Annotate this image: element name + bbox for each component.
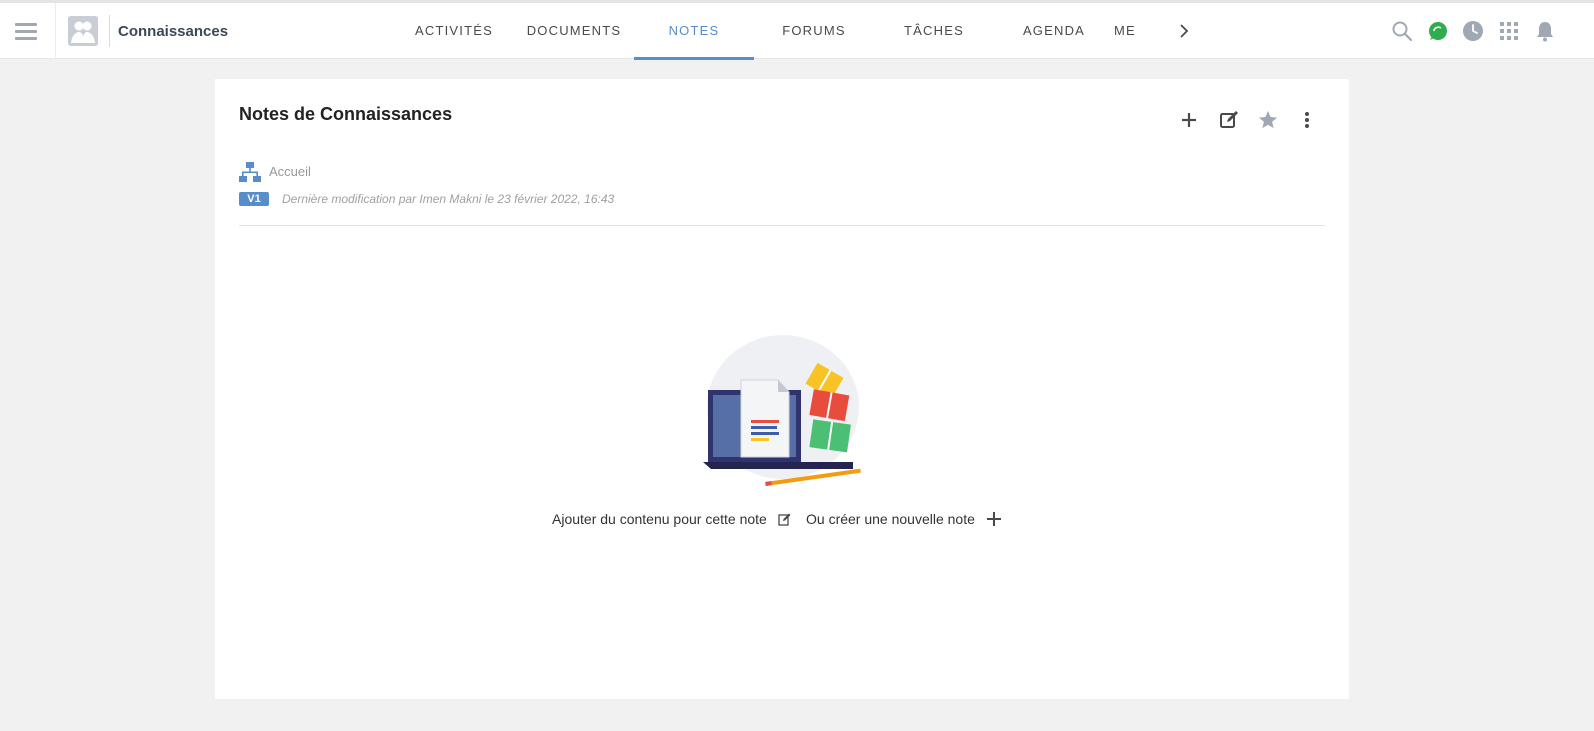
tab-forums[interactable]: FORUMS (754, 3, 874, 59)
top-navigation-bar: Connaissances ACTIVITÉS DOCUMENTS NOTES … (0, 3, 1594, 60)
tab-activites[interactable]: ACTIVITÉS (394, 3, 514, 59)
breadcrumb-item-home[interactable]: Accueil (269, 164, 311, 179)
bell-icon[interactable] (1534, 20, 1556, 42)
menu-icon[interactable] (15, 23, 37, 41)
star-icon[interactable] (1257, 109, 1279, 131)
add-icon[interactable] (986, 511, 1002, 527)
divider (109, 15, 110, 47)
sitemap-icon (239, 161, 261, 183)
add-content-link[interactable]: Ajouter du contenu pour cette note (552, 511, 767, 527)
divider (239, 225, 1325, 226)
chat-icon[interactable] (1427, 20, 1449, 42)
notes-panel: Notes de Connaissances Accueil V1 Derniè… (215, 79, 1349, 699)
edit-icon[interactable] (778, 512, 792, 526)
tab-agenda[interactable]: AGENDA (994, 3, 1114, 59)
divider (55, 3, 56, 59)
apps-grid-icon[interactable] (1498, 20, 1520, 42)
add-icon[interactable] (1178, 109, 1200, 131)
more-icon[interactable] (1296, 109, 1318, 131)
users-icon (68, 16, 98, 46)
edit-icon[interactable] (1218, 109, 1240, 131)
create-note-link[interactable]: Ou créer une nouvelle note (806, 511, 975, 527)
tab-more-partial[interactable]: ME (1114, 3, 1174, 59)
search-icon[interactable] (1391, 20, 1413, 42)
tab-documents[interactable]: DOCUMENTS (514, 3, 634, 59)
tab-notes[interactable]: NOTES (634, 3, 754, 60)
page-title: Notes de Connaissances (239, 104, 453, 124)
version-badge[interactable]: V1 (239, 192, 269, 206)
tab-taches[interactable]: TÂCHES (874, 3, 994, 59)
space-avatar[interactable] (68, 16, 98, 46)
chevron-right-icon[interactable] (1176, 23, 1192, 39)
clock-icon[interactable] (1462, 20, 1484, 42)
last-modified-info: Dernière modification par Imen Makni le … (282, 192, 615, 206)
empty-state-actions: Ajouter du contenu pour cette note Ou cr… (215, 509, 1349, 529)
space-name[interactable]: Connaissances (118, 23, 228, 40)
empty-notes-illustration (703, 332, 863, 492)
